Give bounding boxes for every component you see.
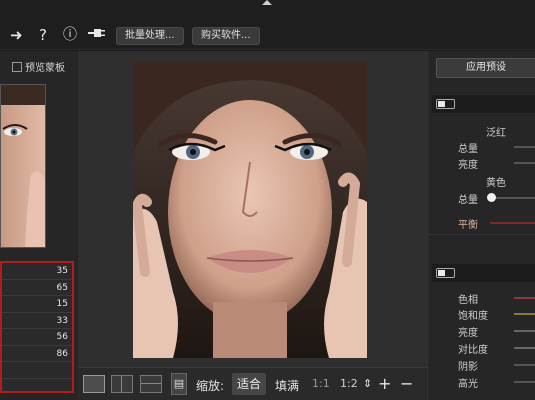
yellow-group-label: 黄色 <box>486 178 506 189</box>
zoom-in-icon[interactable]: + <box>378 374 391 393</box>
hue-label: 色相 <box>458 295 478 306</box>
split-line <box>121 376 122 392</box>
zoom-fit-button[interactable]: 适合 <box>232 373 267 395</box>
view-controls-bar: ▤ 缩放: 适合 填满 1:1 1:2 ⇕ + − <box>78 367 427 400</box>
mask-preview-thumbnail <box>0 84 46 248</box>
zoom-1-1-button[interactable]: 1:1 <box>312 377 330 390</box>
section-divider <box>428 234 535 235</box>
stat-value: 65 <box>2 280 72 296</box>
redo-arrow-icon[interactable]: ➜ <box>10 26 23 44</box>
brightness-label: 亮度 <box>458 160 478 171</box>
split-vertical-view-button[interactable] <box>111 375 133 393</box>
section-toggle-icon[interactable] <box>436 99 455 109</box>
single-view-button[interactable] <box>83 375 105 393</box>
highlights-label: 高光 <box>458 379 478 390</box>
contrast-slider[interactable] <box>514 347 535 349</box>
checkbox-box[interactable] <box>12 62 22 72</box>
balance-label: 平衡 <box>458 220 478 231</box>
zoom-label: 缩放: <box>196 379 225 393</box>
zoom-ratio-stepper-icon[interactable]: ⇕ <box>363 377 372 390</box>
amount2-slider[interactable] <box>490 197 535 199</box>
saturation-label: 饱和度 <box>458 311 488 322</box>
brightness-slider[interactable] <box>514 162 535 164</box>
right-panel: 应用预设 泛红 总量 亮度 黄色 总量 平衡 色相 饱和度 亮度 对比度 阴影 … <box>427 51 535 400</box>
stat-value: 86 <box>2 346 72 362</box>
stat-value: 56 <box>2 329 72 346</box>
zoom-out-icon[interactable]: − <box>400 374 413 393</box>
panel-collapse-arrow-icon[interactable] <box>262 0 272 5</box>
apply-preset-button[interactable]: 应用预设 <box>436 58 535 78</box>
zoom-fill-button[interactable]: 填满 <box>275 377 299 394</box>
preview-mask-checkbox[interactable]: 预览蒙板 <box>12 59 65 74</box>
info-icon[interactable]: ⓘ <box>63 26 77 44</box>
zoom-ratio-value[interactable]: 1:2 <box>340 377 358 390</box>
amount-slider[interactable] <box>514 146 535 148</box>
amount2-slider-knob[interactable] <box>487 193 496 202</box>
hue-slider[interactable] <box>514 297 535 299</box>
stat-value <box>2 362 72 379</box>
preview-mask-label: 预览蒙板 <box>25 63 65 74</box>
section-toggle-icon[interactable] <box>436 268 455 278</box>
compare-toggle-icon[interactable]: ▤ <box>171 373 187 395</box>
split-line <box>141 383 161 384</box>
buy-software-button[interactable]: 购买软件... <box>192 27 260 45</box>
contrast-label: 对比度 <box>458 345 488 356</box>
left-panel: 预览蒙板 35 65 15 33 56 86 <box>0 51 78 400</box>
amount2-label: 总量 <box>458 195 478 206</box>
help-icon[interactable]: ? <box>39 26 47 44</box>
saturation-slider[interactable] <box>514 313 535 315</box>
top-toolbar: ➜ ? ⓘ 批量处理... 购买软件... <box>0 0 535 50</box>
shadows-slider[interactable] <box>514 364 535 366</box>
stat-value: 33 <box>2 313 72 329</box>
split-horizontal-view-button[interactable] <box>140 375 162 393</box>
section-header-skin <box>432 95 535 113</box>
section-header-color <box>432 264 535 282</box>
stat-value: 15 <box>2 296 72 313</box>
amount-label: 总量 <box>458 144 478 155</box>
stats-list: 35 65 15 33 56 86 <box>0 261 74 393</box>
plug-icon[interactable] <box>88 26 105 44</box>
brightness2-slider[interactable] <box>514 330 535 332</box>
batch-process-button[interactable]: 批量处理... <box>116 27 184 45</box>
balance-slider[interactable] <box>490 222 535 224</box>
portrait-photo <box>133 62 367 358</box>
stat-value: 35 <box>2 263 72 280</box>
highlights-slider[interactable] <box>514 381 535 383</box>
shadows-label: 阴影 <box>458 362 478 373</box>
brightness2-label: 亮度 <box>458 328 478 339</box>
red-group-label: 泛红 <box>486 128 506 139</box>
